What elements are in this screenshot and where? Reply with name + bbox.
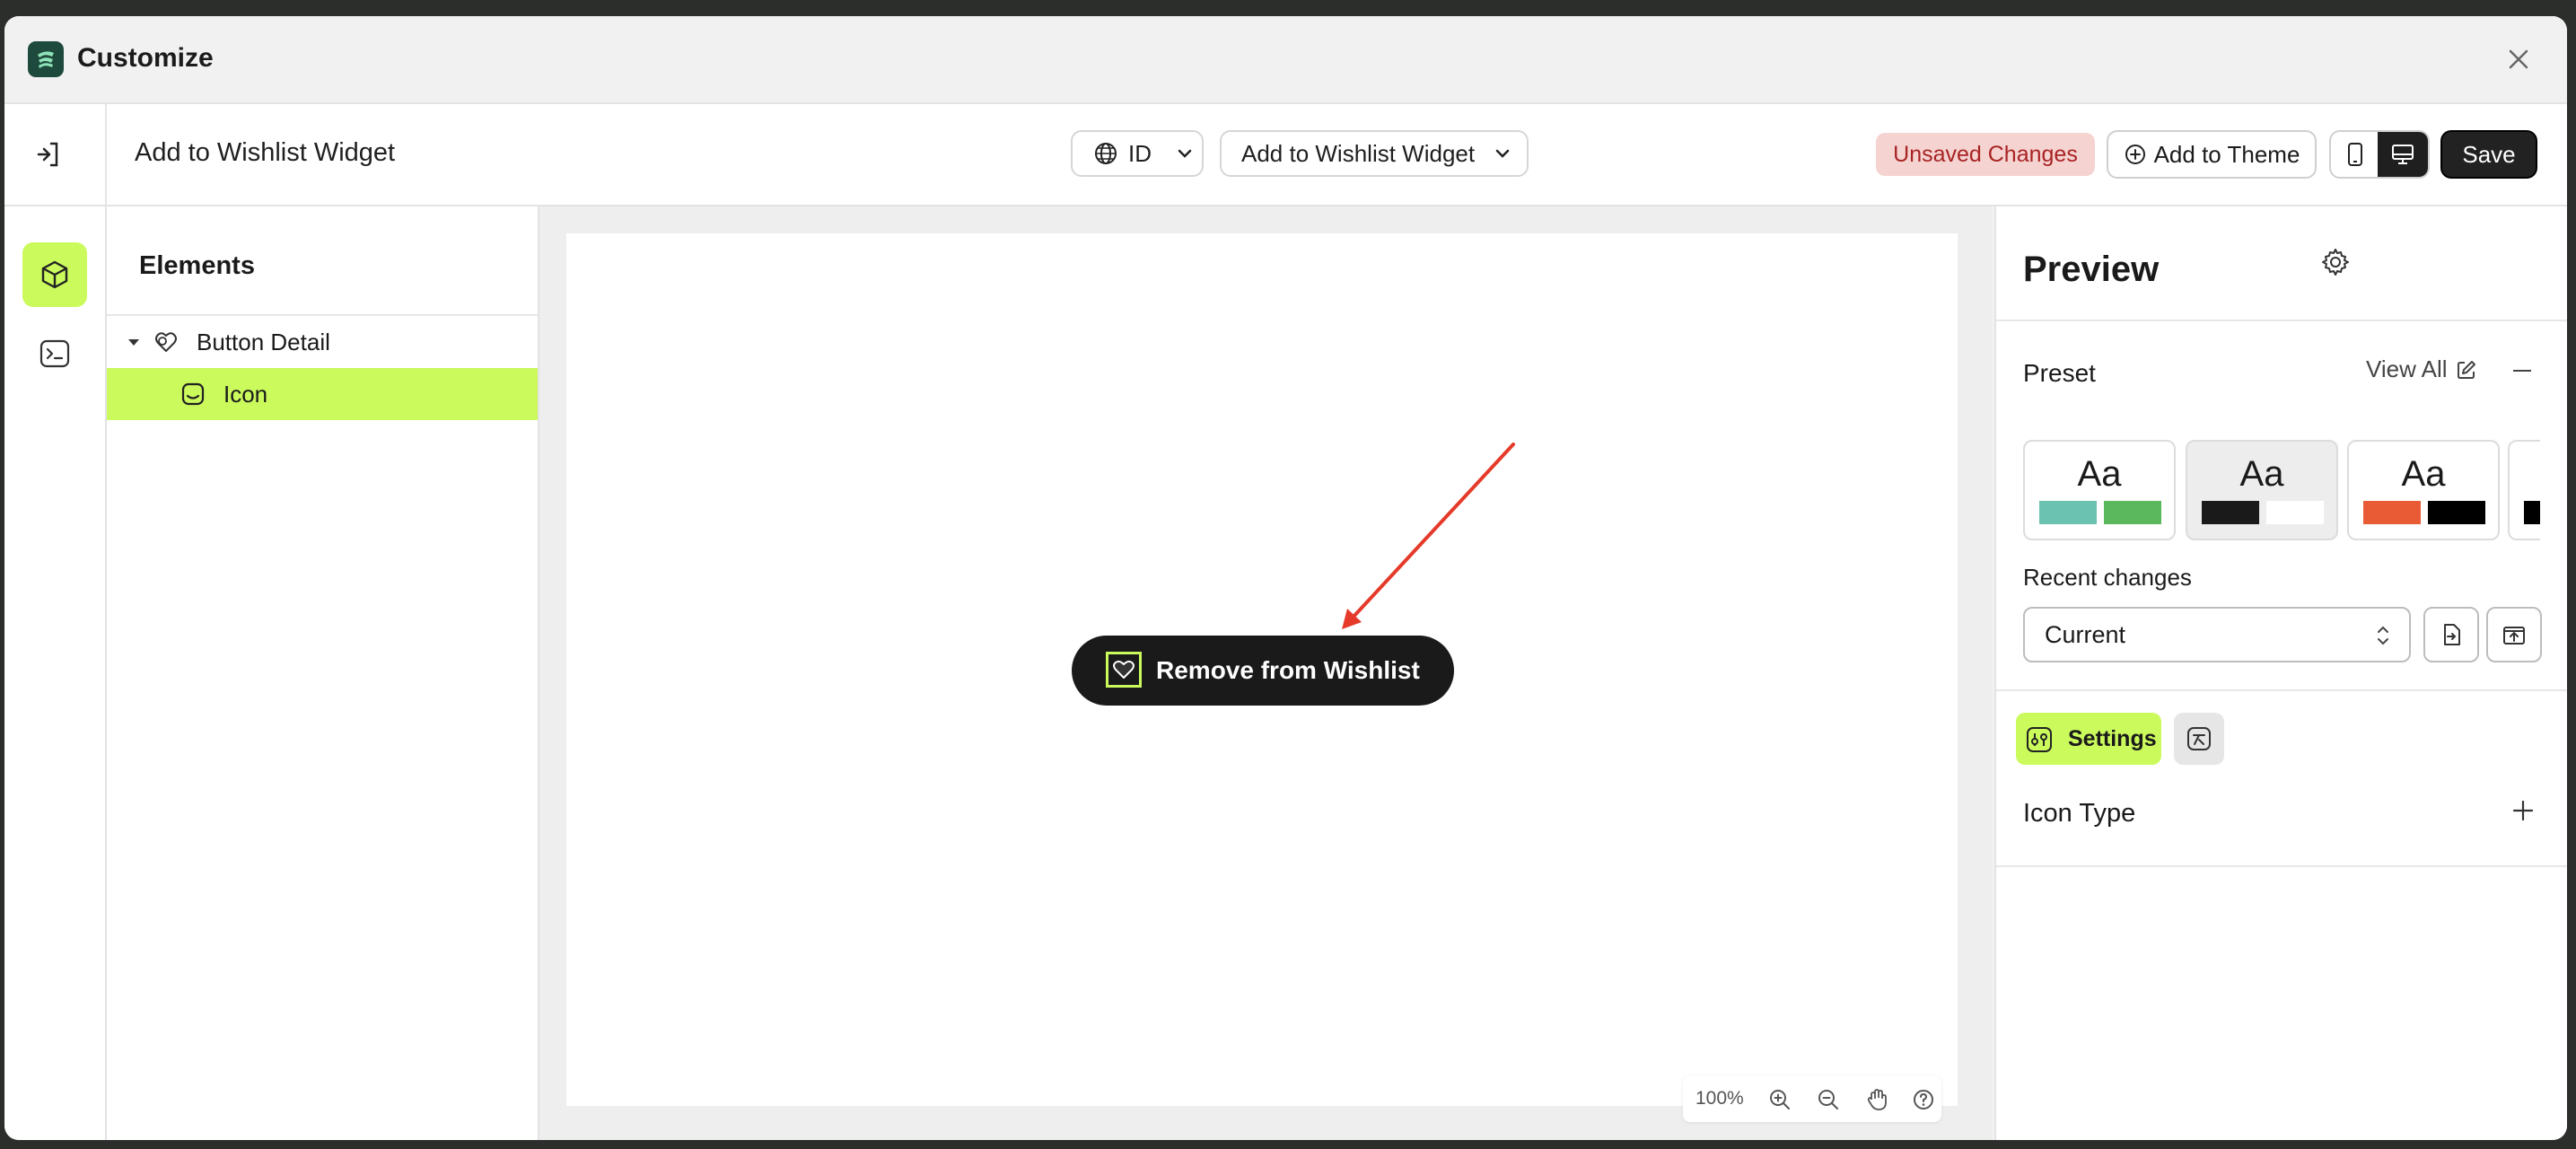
desktop-icon [2392,145,2414,164]
tree-item-label: Button Detail [197,328,330,355]
preview-title: Preview [2023,250,2160,289]
globe-icon [1095,143,1117,164]
window-title: Customize [77,43,214,73]
plus-icon[interactable] [2510,797,2537,824]
preset-label: Preset [2023,359,2096,387]
title-bar: Customize [4,16,2567,104]
widget-select[interactable]: Add to Wishlist Widget [1220,130,1529,177]
mobile-icon [2348,143,2362,166]
color-swatch [2039,501,2097,524]
import-button[interactable] [2423,607,2479,662]
app-logo-icon [28,41,64,77]
preset-sample: Aa [2401,454,2446,494]
tree-item-label: Icon [223,380,268,408]
preset-sample: Aa [2239,454,2284,494]
zoom-toolbar: 100% [1683,1075,1941,1122]
left-rail [4,206,107,1140]
wishlist-group-icon [152,328,180,356]
unsaved-changes-badge: Unsaved Changes [1876,133,2095,176]
collapse-icon[interactable] [2513,370,2531,372]
editor-toolbar: Add to Wishlist Widget ID Add to Wishlis… [4,104,2567,206]
color-swatch [2202,501,2259,524]
edit-icon [2457,360,2475,379]
preset-sample: Aa [2077,454,2122,494]
add-to-theme-label: Add to Theme [2153,140,2300,168]
divider [1996,689,2567,691]
device-toggle [2329,130,2430,179]
recent-changes-value: Current [2045,620,2126,648]
zoom-in-icon[interactable] [1767,1087,1792,1112]
sliders-icon [2027,727,2052,752]
color-swatch [2266,501,2324,524]
hand-icon[interactable] [1864,1087,1889,1112]
upload-box-icon [2503,627,2525,645]
color-swatch [2104,501,2161,524]
rail-elements-button[interactable] [22,242,87,307]
language-value: ID [1128,139,1152,167]
file-import-icon [2444,624,2460,645]
caret-down-icon[interactable] [128,338,139,346]
preset-card[interactable]: Aa [2347,440,2500,540]
recent-changes-label: Recent changes [2023,564,2192,591]
canvas-area: Remove from Wishlist 100% [539,206,1993,1140]
icon-element-icon [179,380,207,408]
zoom-out-icon[interactable] [1816,1087,1841,1112]
preset-card[interactable]: Aa [2186,440,2338,540]
annotation-arrow-icon [1342,443,1515,629]
preset-card[interactable]: Aa [2023,440,2176,540]
add-to-theme-button[interactable]: Add to Theme [2107,130,2317,179]
tab-style[interactable] [2174,713,2224,765]
close-icon[interactable] [2501,41,2537,77]
export-button[interactable] [2486,607,2542,662]
elements-panel: Elements Button Detail Icon [107,206,539,1140]
color-swatch [2524,501,2540,524]
preview-canvas: Remove from Wishlist 100% [566,233,1958,1122]
chevron-down-icon [1495,149,1510,158]
divider [1996,865,2567,867]
divider [1996,320,2567,321]
recent-changes-select[interactable]: Current [2023,607,2411,662]
section-icon-type[interactable]: Icon Type [2023,799,2135,829]
select-arrows-icon [2378,626,2388,645]
widget-select-value: Add to Wishlist Widget [1241,139,1476,167]
color-swatch [2428,501,2485,524]
color-swatch [2363,501,2421,524]
view-all-link[interactable]: View All [2366,355,2478,383]
terminal-icon [39,339,70,368]
elements-title: Elements [139,251,255,280]
exit-icon[interactable] [31,136,67,172]
view-all-label: View All [2366,355,2448,382]
tree-item-button-detail[interactable]: Button Detail [107,316,538,368]
desktop-view-button[interactable] [2378,132,2428,177]
tab-settings[interactable]: Settings [2016,713,2161,765]
rail-code-button[interactable] [22,321,87,386]
preset-card[interactable]: Aa [2508,440,2540,540]
save-button[interactable]: Save [2440,130,2537,179]
gear-icon[interactable] [2319,246,2352,278]
plus-circle-icon [2125,145,2145,164]
preset-card-clip: Aa [2508,440,2540,540]
help-icon[interactable] [1911,1087,1936,1112]
tab-settings-label: Settings [2068,725,2157,751]
tree-item-icon[interactable]: Icon [107,368,538,420]
preview-panel: Preview Preset View All Aa Aa Aa Aa [1994,206,2567,1140]
mobile-view-button[interactable] [2331,132,2379,177]
preset-sample: Aa [2510,454,2540,495]
page-name: Add to Wishlist Widget [135,138,396,167]
customize-window: Customize Add to Wishlist Widget ID Add … [4,16,2567,1140]
toolbar-divider [105,104,107,205]
zoom-level: 100% [1695,1088,1744,1109]
cube-icon [41,260,68,289]
style-icon [2187,727,2211,750]
language-select[interactable]: ID [1071,130,1204,177]
chevron-down-icon [1178,149,1192,158]
